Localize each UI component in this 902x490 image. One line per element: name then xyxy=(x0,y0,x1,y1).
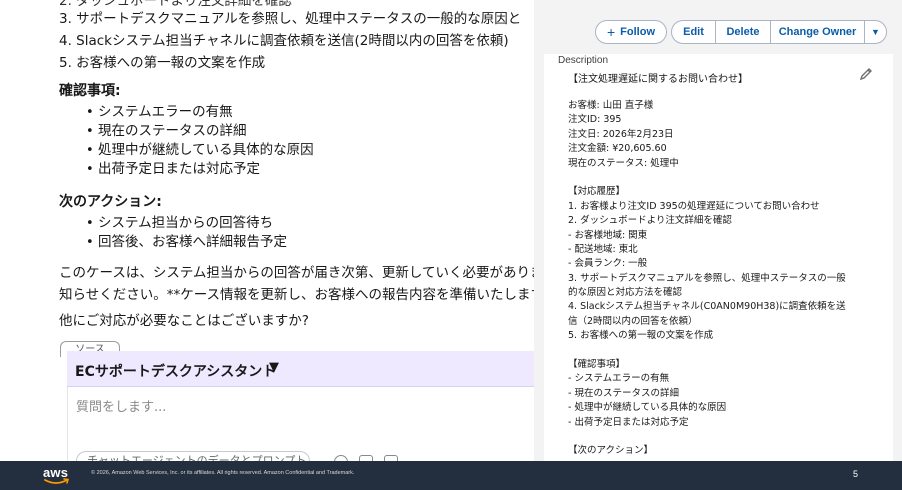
description-line: 的な原因と対応方法を確認 xyxy=(568,287,683,299)
more-actions-button[interactable]: ▼ xyxy=(864,20,887,44)
description-line: 5. お客様への第一報の文案を作成 xyxy=(568,330,714,342)
description-line: - 現在のステータスの詳細 xyxy=(568,387,679,399)
confirm-list: システムエラーの有無 現在のステータスの詳細 処理中が継続している具体的な原因 … xyxy=(86,103,314,179)
assistant-header[interactable]: ECサポートデスクアシスタント ▼ xyxy=(67,351,534,387)
response-paragraph-3: 他にご対応が必要なことはございますか? xyxy=(59,313,309,329)
description-line: 2. ダッシュボードより注文詳細を確認 xyxy=(568,215,732,227)
list-item: 出荷予定日または対応予定 xyxy=(86,160,314,179)
follow-button[interactable]: + Follow xyxy=(595,20,667,44)
description-line: - 会員ランク: 一般 xyxy=(568,258,648,270)
chat-input-area[interactable]: 質問をします... チャットエージェントのデータとプロンプト xyxy=(67,387,534,461)
follow-label: Follow xyxy=(620,26,655,38)
next-actions-heading: 次のアクション: xyxy=(59,194,162,210)
copyright-text: © 2026, Amazon Web Services, Inc. or its… xyxy=(91,470,355,476)
chat-panel: 2. ダッシュボードより注文詳細を確認 3. サポートデスクマニュアルを参照し、… xyxy=(0,0,534,461)
confirm-heading: 確認事項: xyxy=(59,83,121,99)
page-number: 5 xyxy=(853,469,859,479)
description-line: - 出荷予定日または対応予定 xyxy=(568,416,689,428)
description-title: 【注文処理遅延に関するお問い合わせ】 xyxy=(568,74,748,85)
chat-input-placeholder[interactable]: 質問をします... xyxy=(76,396,166,415)
description-line: 【次のアクション】 xyxy=(568,445,654,457)
description-line xyxy=(568,430,868,444)
description-label: Description xyxy=(558,55,609,66)
list-item: 5. お客様への第一報の文案を作成 xyxy=(59,55,266,71)
description-line: 注文日: 2026年2月23日 xyxy=(568,128,674,140)
action-steps-list: 2. ダッシュボードより注文詳細を確認 3. サポートデスクマニュアルを参照し、… xyxy=(59,0,534,74)
edit-button[interactable]: Edit xyxy=(671,20,715,44)
description-line: 注文金額: ¥20,605.60 xyxy=(568,143,667,155)
description-line xyxy=(568,171,868,185)
aws-logo: aws xyxy=(43,465,71,485)
pencil-icon[interactable] xyxy=(858,66,874,82)
change-owner-button[interactable]: Change Owner xyxy=(770,20,864,44)
description-line: 現在のステータス: 処理中 xyxy=(568,157,679,169)
chevron-down-icon: ▼ xyxy=(871,27,880,37)
list-item: 2. ダッシュボードより注文詳細を確認 xyxy=(59,0,292,9)
aws-smile-icon xyxy=(44,478,69,484)
description-line: 信（2時間以内の回答を依頼） xyxy=(568,315,698,327)
list-item: 処理中が継続している具体的な原因 xyxy=(86,141,314,160)
description-line: 注文ID: 395 xyxy=(568,114,622,126)
response-paragraph-1: このケースは、システム担当からの回答が届き次第、更新していく必要がありま xyxy=(59,265,534,281)
description-line: 4. Slackシステム担当チャネル(C0AN0M90H38)に調査依頼を送 xyxy=(568,301,846,313)
description-line: 【確認事項】 xyxy=(568,359,626,371)
case-record-panel: + Follow Edit Delete Change Owner ▼ Desc… xyxy=(534,0,902,461)
next-actions-list: システム担当からの回答待ち 回答後、お客様へ詳細報告予定 xyxy=(86,214,287,252)
plus-icon: + xyxy=(606,24,616,40)
assistant-name: ECサポートデスクアシスタント xyxy=(75,364,277,380)
follow-group: + Follow xyxy=(595,20,667,44)
description-line: - 処理中が継続している具体的な原因 xyxy=(568,402,727,414)
list-item: システム担当からの回答待ち xyxy=(86,214,287,233)
description-body: お客様: 山田 直子様 注文ID: 395 注文日: 2026年2月23日 注文… xyxy=(568,99,868,459)
description-line: 【対応履歴】 xyxy=(568,186,626,198)
list-item: 現在のステータスの詳細 xyxy=(86,122,314,141)
agent-data-chip[interactable]: チャットエージェントのデータとプロンプト xyxy=(76,451,310,461)
slide-footer: aws © 2026, Amazon Web Services, Inc. or… xyxy=(0,461,902,490)
delete-button[interactable]: Delete xyxy=(715,20,770,44)
description-line: - 配送地域: 東北 xyxy=(568,243,638,255)
description-line: - システムエラーの有無 xyxy=(568,373,670,385)
description-line: 3. サポートデスクマニュアルを参照し、処理中ステータスの一般 xyxy=(568,272,846,284)
description-line: お客様: 山田 直子様 xyxy=(568,100,654,111)
description-line: 1. お客様より注文ID 395の処理遅延についてお問い合わせ xyxy=(568,200,820,212)
chevron-down-icon[interactable]: ▼ xyxy=(269,360,279,375)
response-paragraph-2: 知らせください。**ケース情報を更新し、お客様への報告内容を準備いたします xyxy=(59,287,534,303)
list-item: 回答後、お客様へ詳細報告予定 xyxy=(86,233,287,252)
record-actions: Edit Delete Change Owner ▼ xyxy=(671,20,887,44)
description-line xyxy=(568,344,868,358)
list-item: システムエラーの有無 xyxy=(86,103,314,122)
list-item: 4. Slackシステム担当チャネルに調査依頼を送信(2時間以内の回答を依頼) xyxy=(59,33,509,49)
description-line: - お客様地域: 関東 xyxy=(568,229,648,241)
